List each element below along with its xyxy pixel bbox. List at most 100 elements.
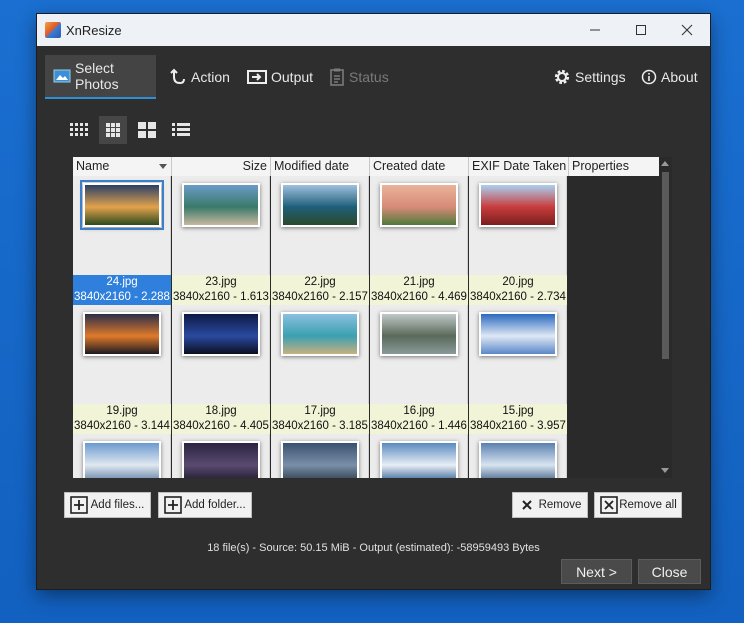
tab-select-photos[interactable]: Select Photos [45,55,156,99]
thumbnail-details: 3840x2160 - 3.185 [271,419,369,434]
remove-all-label: Remove all [619,499,677,511]
close-window-button[interactable] [664,14,710,46]
remove-all-button[interactable]: Remove all [594,492,682,518]
thumbnail-item[interactable] [370,434,468,478]
remove-all-icon [599,495,619,515]
column-label: EXIF Date Taken [472,159,567,173]
thumbnail-item[interactable]: 23.jpg 3840x2160 - 1.613 [172,176,270,305]
settings-button[interactable]: Settings [545,55,633,99]
thumbnail-details: 3840x2160 - 4.469 [370,290,468,305]
window-title: XnResize [66,23,122,38]
app-window: XnResize Select Photos Action Output Sta… [37,14,710,589]
status-icon [329,67,345,87]
remove-button[interactable]: Remove [512,492,588,518]
main-toolbar: Select Photos Action Output Status Setti… [37,54,710,100]
tab-action[interactable]: Action [161,55,233,99]
minimize-button[interactable] [572,14,618,46]
tab-label: Action [191,69,230,85]
view-large-grid-button[interactable] [133,116,161,144]
thumbnail-filename: 15.jpg [469,404,567,419]
thumbnail-image [182,312,260,356]
thumbnail-item[interactable]: 16.jpg 3840x2160 - 1.446 [370,305,468,434]
thumbnail-image [281,441,359,478]
thumbnail-filename: 20.jpg [469,275,567,290]
thumbnail-item[interactable]: 21.jpg 3840x2160 - 4.469 [370,176,468,305]
thumbnail-item[interactable]: 15.jpg 3840x2160 - 3.957 [469,305,567,434]
list-view-icon [172,123,190,136]
thumbnail-item[interactable]: 17.jpg 3840x2160 - 3.185 [271,305,369,434]
thumbnail-image [380,441,458,478]
column-size[interactable]: Size [172,157,271,176]
view-medium-grid-button[interactable] [99,116,127,144]
thumbnail-item[interactable] [172,434,270,478]
photo-list[interactable]: Name Size Modified date Created date EXI… [73,157,672,478]
add-folder-button[interactable]: Add folder... [158,492,252,518]
minimize-icon [590,29,600,31]
column-created[interactable]: Created date [370,157,469,176]
thumbnail-item[interactable] [469,434,567,478]
tab-label: Select Photos [75,60,119,92]
view-small-grid-button[interactable] [65,116,93,144]
column-label: Properties [572,159,629,173]
maximize-button[interactable] [618,14,664,46]
thumbnail-item[interactable]: 18.jpg 3840x2160 - 4.405 [172,305,270,434]
thumbnail-image [80,180,164,230]
scroll-thumb[interactable] [662,172,669,359]
column-label: Name [76,159,110,173]
medium-grid-icon [106,123,120,137]
close-button[interactable]: Close [638,559,701,584]
thumbnail-image [182,441,260,478]
gear-icon [553,67,571,87]
column-exif[interactable]: EXIF Date Taken [469,157,569,176]
thumbnail-filename: 19.jpg [73,404,171,419]
thumbnail-item[interactable] [73,434,171,478]
thumbnail-details: 3840x2160 - 2.157 [271,290,369,305]
tab-label: Output [271,69,314,85]
settings-label: Settings [575,69,626,85]
next-button[interactable]: Next > [561,559,632,584]
large-grid-icon [138,122,156,138]
scroll-up-icon[interactable] [661,161,669,166]
scroll-down-icon[interactable] [661,468,669,473]
view-list-button[interactable] [167,116,195,144]
thumbnail-image [479,312,557,356]
thumbnail-details: 3840x2160 - 3.144 [73,419,171,434]
thumbnail-image [281,183,359,227]
thumbnail-item[interactable]: 20.jpg 3840x2160 - 2.734 [469,176,567,305]
remove-label: Remove [538,499,582,511]
column-name[interactable]: Name [73,157,172,176]
add-folder-icon [163,495,183,515]
thumbnail-image [479,183,557,227]
column-label: Modified date [274,159,350,173]
thumbnail-image [83,441,161,478]
column-properties[interactable]: Properties [569,157,659,176]
thumbnail-item[interactable]: 19.jpg 3840x2160 - 3.144 [73,305,171,434]
vertical-scrollbar[interactable] [659,157,672,478]
action-icon [169,67,187,87]
maximize-icon [636,25,646,35]
column-label: Size [242,159,267,173]
thumbnail-item[interactable]: 24.jpg 3840x2160 - 2.288 [73,176,171,305]
add-icon [69,495,89,515]
thumbnail-filename: 21.jpg [370,275,468,290]
thumbnail-image [479,441,557,478]
add-files-label: Add files... [90,499,145,511]
thumbnail-details: 3840x2160 - 2.734 [469,290,567,305]
status-summary: 18 file(s) - Source: 50.15 MiB - Output … [207,542,540,554]
tab-label: Status [349,69,389,85]
sort-arrow-icon [159,164,167,169]
thumbnail-item[interactable]: 22.jpg 3840x2160 - 2.157 [271,176,369,305]
about-button[interactable]: About [633,55,699,99]
thumbnail-item[interactable] [271,434,369,478]
thumbnail-filename: 23.jpg [172,275,270,290]
photos-icon [53,66,71,86]
thumbnail-details: 3840x2160 - 2.288 [73,290,171,305]
add-files-button[interactable]: Add files... [64,492,151,518]
thumbnail-grid: 24.jpg 3840x2160 - 2.288 23.jpg 3840x2160 -… [73,176,568,478]
thumbnail-details: 3840x2160 - 1.613 [172,290,270,305]
column-modified[interactable]: Modified date [271,157,370,176]
add-folder-label: Add folder... [184,499,246,511]
tab-status[interactable]: Status [321,55,389,99]
title-bar: XnResize [37,14,710,46]
tab-output[interactable]: Output [239,55,317,99]
